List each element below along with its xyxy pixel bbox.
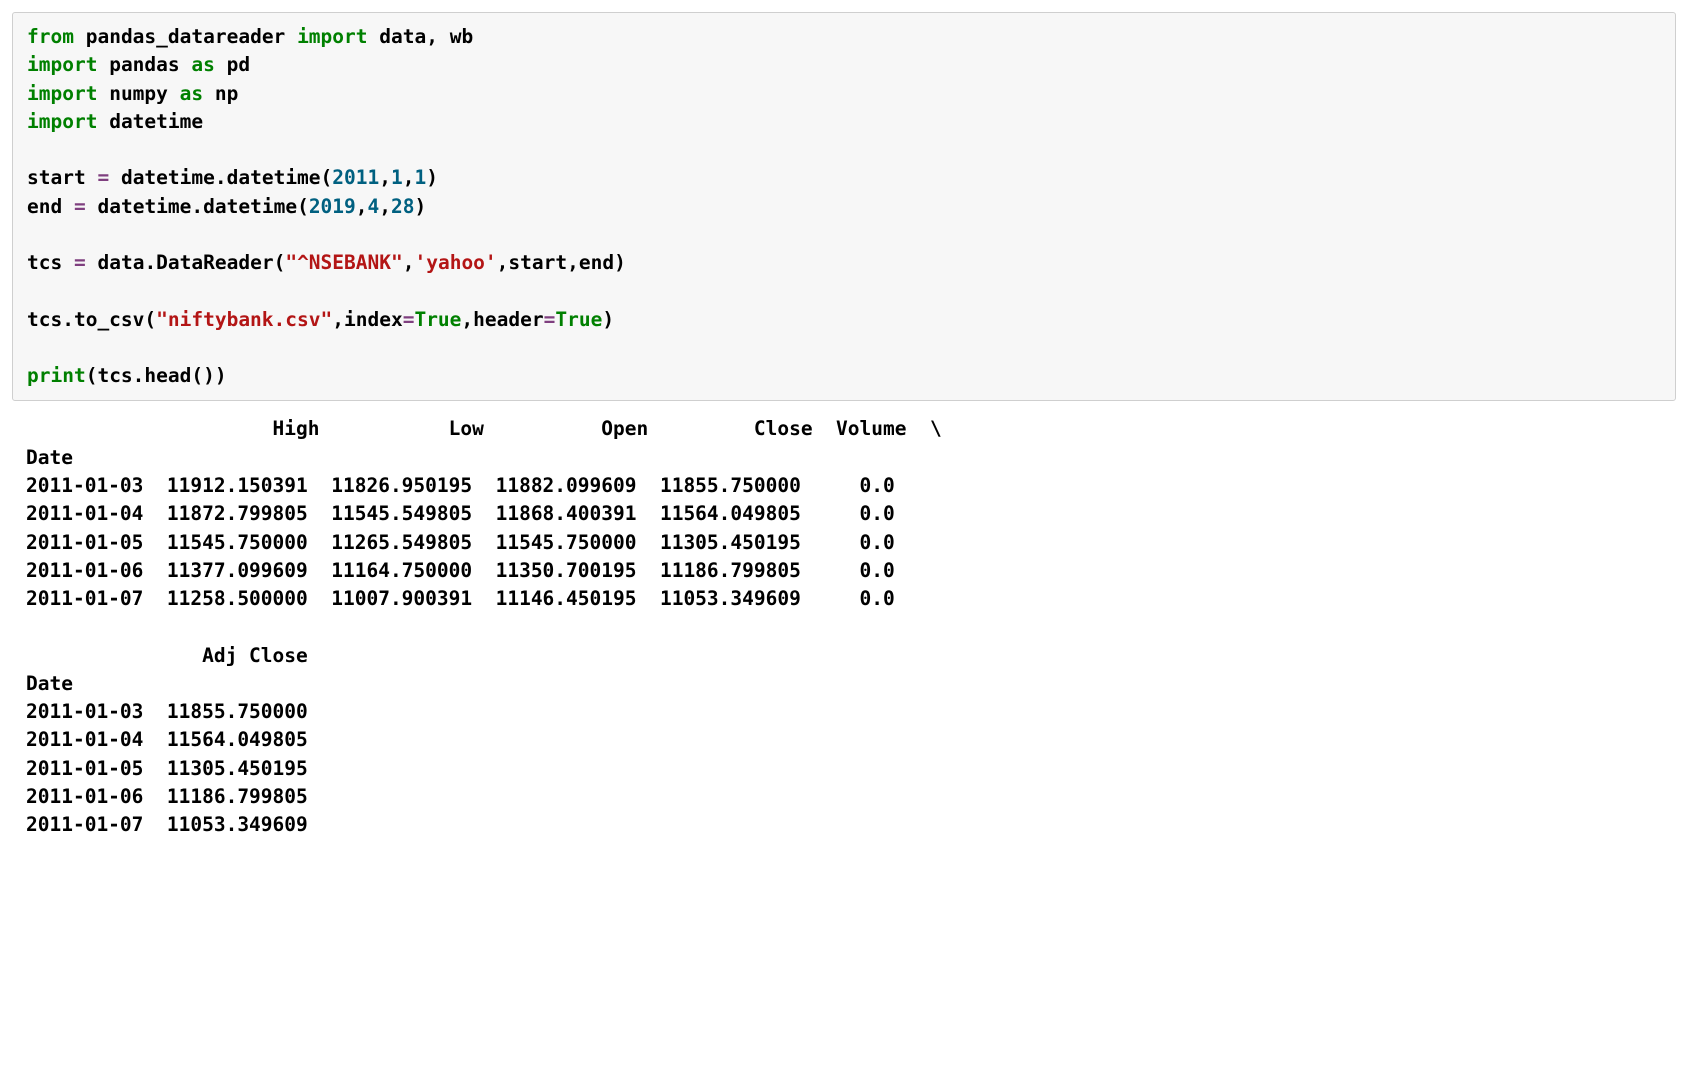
comma: ,	[403, 166, 415, 189]
keyword-as: as	[180, 82, 203, 105]
var-name: start	[27, 166, 86, 189]
int-literal: 2011	[332, 166, 379, 189]
output-data-row: 2011-01-07 11053.349609	[26, 813, 331, 836]
output-data-row: 2011-01-04 11872.799805 11545.549805 118…	[26, 502, 930, 525]
call-args-tail: start,end)	[508, 251, 625, 274]
operator-assign: =	[74, 251, 86, 274]
operator-assign: =	[97, 166, 109, 189]
call-tail: )	[415, 195, 427, 218]
output-data-row: 2011-01-04 11564.049805	[26, 728, 331, 751]
module-name: pandas	[109, 53, 179, 76]
comma: ,	[379, 166, 391, 189]
bool-literal: True	[555, 308, 602, 331]
string-literal: 'yahoo'	[414, 251, 496, 274]
var-name: tcs	[27, 251, 62, 274]
keyword-import: import	[27, 53, 97, 76]
comma: ,	[461, 308, 473, 331]
output-header-row: High Low Open Close Volume \	[26, 417, 942, 440]
kwarg-name: index	[344, 308, 403, 331]
comma: ,	[403, 251, 415, 274]
operator-assign: =	[403, 308, 415, 331]
alias-name: np	[215, 82, 238, 105]
string-literal: "niftybank.csv"	[156, 308, 332, 331]
int-literal: 1	[415, 166, 427, 189]
stdout-output: High Low Open Close Volume \ Date 2011-0…	[12, 401, 1676, 839]
comma: ,	[379, 195, 391, 218]
bool-literal: True	[414, 308, 461, 331]
keyword-import: import	[27, 110, 97, 133]
comma: ,	[356, 195, 368, 218]
builtin-print: print	[27, 364, 86, 387]
output-data-row: 2011-01-06 11186.799805	[26, 785, 331, 808]
notebook-cell-pair: from pandas_datareader import data, wb i…	[0, 0, 1688, 879]
keyword-from: from	[27, 25, 74, 48]
print-arg: tcs.head()	[97, 364, 214, 387]
call-head: datetime.datetime(	[97, 195, 308, 218]
operator-assign: =	[544, 308, 556, 331]
paren-open: (	[86, 364, 98, 387]
output-header-row: Adj Close	[26, 644, 331, 667]
kwarg-name: header	[473, 308, 543, 331]
keyword-as: as	[191, 53, 214, 76]
int-literal: 28	[391, 195, 414, 218]
int-literal: 2019	[309, 195, 356, 218]
code-input-cell[interactable]: from pandas_datareader import data, wb i…	[12, 12, 1676, 401]
module-name: pandas_datareader	[86, 25, 286, 48]
output-data-row: 2011-01-05 11305.450195	[26, 757, 331, 780]
module-name: numpy	[109, 82, 168, 105]
output-index-label: Date	[26, 672, 331, 695]
output-data-row: 2011-01-03 11855.750000	[26, 700, 331, 723]
call-head: datetime.datetime(	[121, 166, 332, 189]
keyword-import: import	[297, 25, 367, 48]
output-data-row: 2011-01-03 11912.150391 11826.950195 118…	[26, 474, 930, 497]
paren-close: )	[215, 364, 227, 387]
call-tail: )	[602, 308, 614, 331]
call-head: data.DataReader(	[97, 251, 285, 274]
comma: ,	[332, 308, 344, 331]
int-literal: 1	[391, 166, 403, 189]
alias-name: pd	[227, 53, 250, 76]
operator-assign: =	[74, 195, 86, 218]
int-literal: 4	[368, 195, 380, 218]
call-tail: )	[426, 166, 438, 189]
output-data-row: 2011-01-07 11258.500000 11007.900391 111…	[26, 587, 930, 610]
var-name: end	[27, 195, 62, 218]
import-names: data, wb	[379, 25, 473, 48]
output-data-row: 2011-01-06 11377.099609 11164.750000 113…	[26, 559, 930, 582]
keyword-import: import	[27, 82, 97, 105]
output-data-row: 2011-01-05 11545.750000 11265.549805 115…	[26, 531, 930, 554]
module-name: datetime	[109, 110, 203, 133]
output-index-label: Date	[26, 446, 942, 469]
string-literal: "^NSEBANK"	[285, 251, 402, 274]
call-head: tcs.to_csv(	[27, 308, 156, 331]
comma: ,	[497, 251, 509, 274]
